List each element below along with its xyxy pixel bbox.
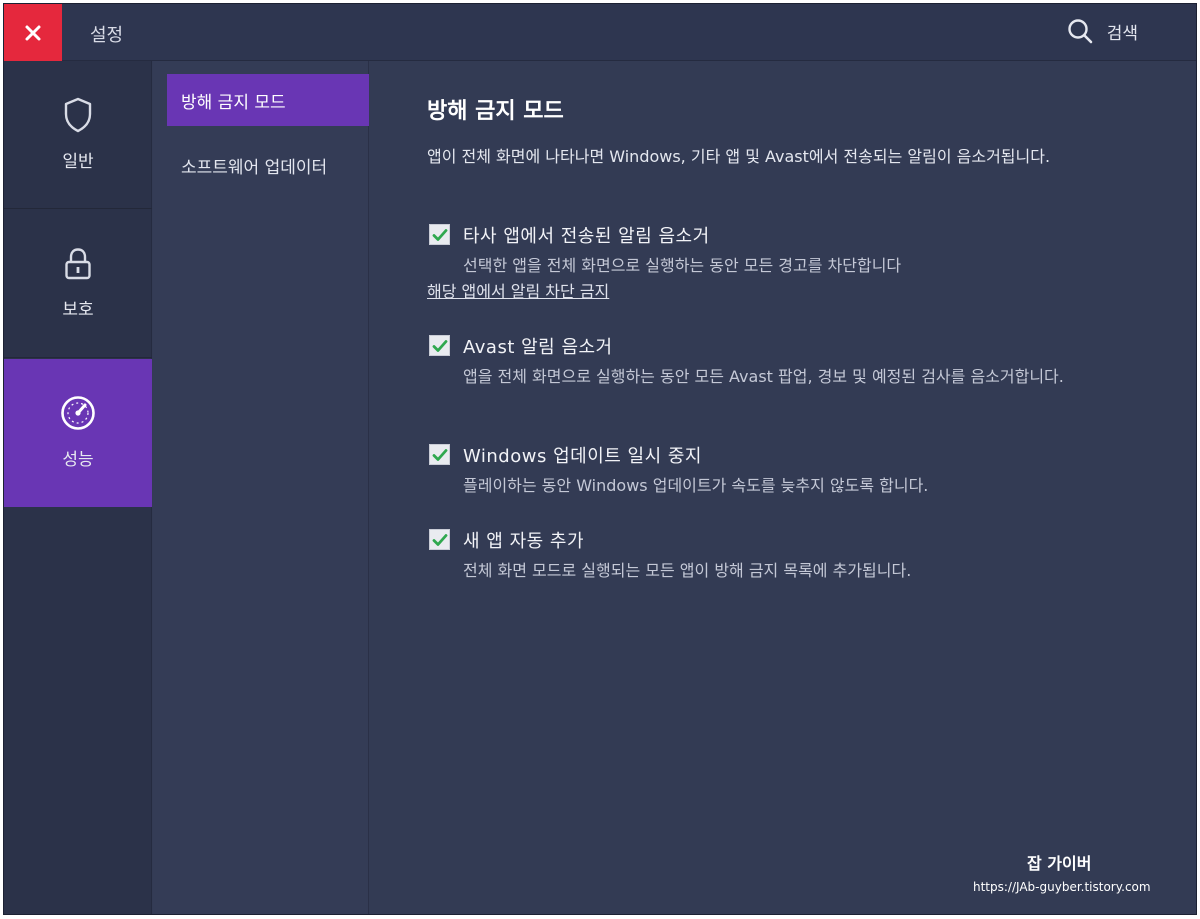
nav-item-protection[interactable]: 보호 bbox=[4, 210, 152, 358]
option-title: Avast 알림 음소거 bbox=[463, 337, 613, 358]
option-description: 앱을 전체 화면으로 실행하는 동안 모든 Avast 팝업, 경보 및 예정된… bbox=[463, 367, 1064, 386]
checkbox-auto-add-apps[interactable] bbox=[429, 529, 450, 550]
watermark-url: https://JAb-guyber.tistory.com bbox=[973, 880, 1151, 894]
search-button[interactable]: 검색 bbox=[1067, 18, 1138, 44]
search-icon bbox=[1068, 19, 1093, 44]
option-title: 타사 앱에서 전송된 알림 음소거 bbox=[463, 226, 710, 247]
sub-sidebar: 방해 금지 모드 소프트웨어 업데이터 bbox=[153, 61, 369, 914]
content-panel: 방해 금지 모드 앱이 전체 화면에 나타나면 Windows, 기타 앱 및 … bbox=[427, 61, 1167, 914]
checkmark-icon bbox=[432, 448, 447, 461]
checkbox-pause-windows-update[interactable] bbox=[429, 444, 450, 465]
option-description: 플레이하는 동안 Windows 업데이트가 속도를 늦추지 않도록 합니다. bbox=[463, 476, 929, 495]
main-sidebar: 일반 보호 성능 bbox=[4, 61, 152, 914]
option-title: Windows 업데이트 일시 중지 bbox=[463, 446, 702, 467]
checkbox-mute-avast[interactable] bbox=[429, 335, 450, 356]
close-icon bbox=[25, 25, 41, 40]
title-bar: 설정 검색 bbox=[4, 4, 1196, 61]
checkmark-icon bbox=[432, 339, 447, 352]
nav-item-general[interactable]: 일반 bbox=[4, 61, 152, 209]
search-label: 검색 bbox=[1106, 23, 1138, 44]
subnav-item-do-not-disturb[interactable]: 방해 금지 모드 bbox=[167, 74, 369, 126]
checkmark-icon bbox=[432, 533, 447, 546]
nav-label-general: 일반 bbox=[62, 152, 94, 172]
page-title: 방해 금지 모드 bbox=[427, 99, 564, 124]
nav-item-performance[interactable]: 성능 bbox=[4, 359, 152, 507]
option-description: 전체 화면 모드로 실행되는 모든 앱이 방해 금지 목록에 추가됩니다. bbox=[463, 561, 912, 580]
page-description: 앱이 전체 화면에 나타나면 Windows, 기타 앱 및 Avast에서 전… bbox=[427, 147, 1051, 166]
watermark-title: 잡 가이버 bbox=[1027, 854, 1092, 873]
nav-label-protection: 보호 bbox=[62, 300, 94, 320]
block-apps-link[interactable]: 해당 앱에서 알림 차단 금지 bbox=[427, 278, 609, 302]
option-title: 새 앱 자동 추가 bbox=[463, 531, 585, 552]
option-description: 선택한 앱을 전체 화면으로 실행하는 동안 모든 경고를 차단합니다 bbox=[463, 256, 902, 275]
speedometer-icon bbox=[61, 396, 95, 430]
lock-icon bbox=[65, 248, 91, 280]
nav-label-performance: 성능 bbox=[62, 450, 94, 470]
close-button[interactable] bbox=[4, 4, 62, 61]
settings-window: 설정 검색 일반 보호 성능 방해 금지 모드 소프트웨어 업데이터 방해 금지… bbox=[3, 3, 1197, 915]
checkbox-mute-third-party[interactable] bbox=[429, 224, 450, 245]
subnav-item-software-updater[interactable]: 소프트웨어 업데이터 bbox=[167, 139, 369, 191]
checkmark-icon bbox=[432, 228, 447, 241]
shield-icon bbox=[64, 97, 92, 133]
window-title: 설정 bbox=[90, 25, 124, 46]
